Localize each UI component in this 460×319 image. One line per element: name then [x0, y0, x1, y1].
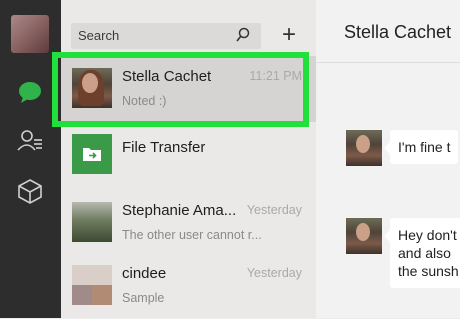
- message-text: and also: [398, 245, 451, 261]
- icon-rail: [0, 0, 61, 318]
- chat-name: Stephanie Ama...: [122, 202, 237, 219]
- message-avatar[interactable]: [346, 130, 382, 166]
- group-avatar: [72, 265, 112, 305]
- search-icon[interactable]: [235, 27, 251, 43]
- chat-item-stephanie[interactable]: Stephanie Ama... Yesterday The other use…: [61, 190, 316, 256]
- chat-time: 11:21 PM: [249, 69, 302, 83]
- chat-item-cindee[interactable]: cindee Yesterday Sample: [61, 253, 316, 319]
- chat-name: Stella Cachet: [122, 68, 212, 85]
- message-text: I'm fine t: [398, 139, 451, 155]
- message-avatar[interactable]: [346, 218, 382, 254]
- contacts-icon[interactable]: [17, 128, 43, 154]
- search-placeholder: Search: [78, 28, 120, 43]
- contact-avatar: [72, 202, 112, 242]
- chat-name: cindee: [122, 265, 167, 282]
- box-icon[interactable]: [17, 178, 43, 204]
- divider: [316, 62, 460, 63]
- chat-preview: The other user cannot r...: [122, 228, 262, 242]
- chat-list-panel: Search + Stella Cachet 11:21 PM Noted :)…: [61, 0, 316, 318]
- profile-avatar[interactable]: [11, 15, 49, 53]
- chat-time: Yesterday: [246, 266, 302, 280]
- chat-preview: Noted :): [122, 94, 167, 108]
- chat-name: File Transfer: [122, 139, 206, 156]
- conversation-title: Stella Cachet: [344, 22, 452, 42]
- chat-bubble-icon[interactable]: [17, 79, 43, 105]
- message-text: Hey don't: [398, 227, 457, 243]
- contact-avatar: [72, 68, 112, 108]
- chat-preview: Sample: [122, 291, 165, 305]
- chat-time: Yesterday: [246, 203, 302, 217]
- conversation-panel: Stella Cachet I'm fine t Hey don't and a…: [316, 0, 460, 318]
- file-transfer-icon: [72, 134, 112, 174]
- chat-item-stella-cachet[interactable]: Stella Cachet 11:21 PM Noted :): [61, 56, 316, 122]
- search-input[interactable]: Search: [71, 23, 261, 49]
- message-bubble: I'm fine t: [383, 130, 459, 164]
- message-text: the sunsh: [398, 263, 459, 279]
- message-bubble: Hey don't and also the sunsh: [384, 218, 460, 288]
- chat-item-file-transfer[interactable]: File Transfer: [61, 122, 316, 188]
- add-button[interactable]: +: [277, 21, 301, 49]
